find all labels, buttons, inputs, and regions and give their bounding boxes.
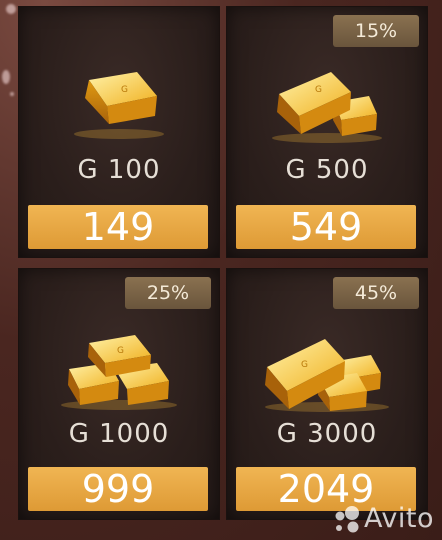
watermark-text: Avito (364, 503, 434, 534)
discount-badge: 45% (333, 277, 419, 309)
gold-pack-100[interactable]: G G 100 149 (18, 6, 220, 258)
gold-bars-icon: G (272, 72, 382, 143)
buy-button[interactable]: 999 (28, 467, 208, 511)
gold-amount-label: G 1000 (68, 419, 170, 449)
gold-pack-500[interactable]: 15% G G 500 549 (226, 6, 428, 258)
buy-button[interactable]: 149 (28, 205, 208, 249)
svg-text:G: G (301, 360, 308, 370)
svg-text:G: G (117, 346, 124, 356)
avito-watermark: Avito (330, 503, 434, 534)
svg-text:G: G (121, 85, 128, 95)
avito-logo-icon (335, 505, 360, 532)
gold-amount-label: G 3000 (276, 419, 378, 449)
discount-badge: 25% (125, 277, 211, 309)
gold-pack-3000[interactable]: 45% G G 3000 2049 (226, 268, 428, 520)
gold-pack-1000[interactable]: 25% G G 1000 999 (18, 268, 220, 520)
gold-amount-label: G 500 (285, 155, 369, 185)
gold-bars-icon: G (61, 335, 177, 410)
gold-bar-icon: G (74, 72, 164, 139)
gold-bars-icon: G (265, 339, 389, 412)
svg-text:G: G (315, 85, 322, 95)
gold-amount-label: G 100 (77, 155, 161, 185)
buy-button[interactable]: 549 (236, 205, 416, 249)
discount-badge: 15% (333, 15, 419, 47)
